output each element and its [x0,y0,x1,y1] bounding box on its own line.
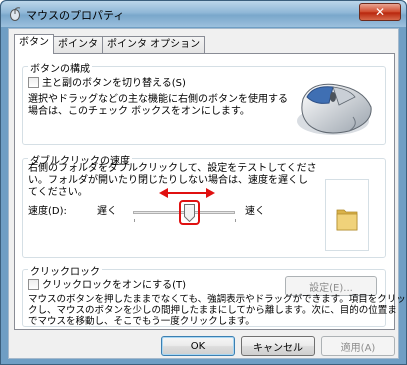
ok-button[interactable]: OK [161,336,235,356]
description-text: 場合は、このチェック ボックスをオンにします。 [28,106,250,117]
clicklock-settings-button[interactable]: 設定(E)... [285,276,377,296]
description-text: 右側のフォルダをダブルクリックして、設定をテストしてくださ [28,163,317,174]
checkbox-box[interactable] [28,279,39,290]
tab-panel-buttons: ボタンの構成 主と副のボタンを切り替える(S) 選択やドラッグなどの主な機能に右… [14,53,406,330]
switch-buttons-checkbox[interactable]: 主と副のボタンを切り替える(S) [28,77,186,90]
mouse-icon [10,7,21,21]
test-folder-area [325,179,369,251]
description-text: てください。 [28,187,88,198]
checkbox-box[interactable] [28,77,39,88]
slider-tick [134,219,135,222]
tab-pointers[interactable]: ポインタ [53,36,103,54]
group-title: ボタンの構成 [28,60,92,75]
tab-pointer-options[interactable]: ポインタ オプション [102,36,206,54]
dialog-client-area: ボタン ポインタ ポインタ オプション ボタンの構成 主と副のボタンを切り替える… [8,28,406,359]
mouse-properties-window: マウスのプロパティ ✕ ボタン ポインタ ポインタ オプション ボタンの構成 主… [0,0,407,365]
checkbox-label: 主と副のボタンを切り替える(S) [42,78,186,89]
checkbox-label: クリックロックをオンにする(T) [42,280,187,291]
double-click-speed-group: ダブルクリックの速度 右側のフォルダをダブルクリックして、設定をテストしてくださ… [22,152,386,258]
mouse-illustration [297,83,372,135]
tab-strip: ボタン ポインタ ポインタ オプション [14,34,206,54]
apply-button[interactable]: 適用(A) [321,336,395,356]
clicklock-checkbox[interactable]: クリックロックをオンにする(T) [28,279,186,292]
slider-tick [235,219,236,222]
group-title: クリックロック [28,263,102,278]
clicklock-group: クリックロック クリックロックをオンにする(T) 設定(E)... マウスのボタ… [22,263,406,327]
slow-label: 遅く [97,206,117,217]
double-arrow-icon [159,188,215,198]
description-text: 選択やドラッグなどの主な機能に右側のボタンを使用する [28,94,288,105]
speed-label: 速度(D): [28,206,67,217]
close-button[interactable]: ✕ [359,3,401,21]
description-text: でマウスを移動し、そこでもう一度クリックします。 [28,316,255,327]
window-title: マウスのプロパティ [26,9,125,22]
title-bar[interactable]: マウスのプロパティ ✕ [1,1,406,27]
fast-label: 速く [245,206,265,217]
description-text: い。フォルダが開いたり閉じたりしない場合は、速度を遅くし [28,175,308,186]
cancel-button[interactable]: キャンセル [241,336,315,356]
tab-buttons[interactable]: ボタン [14,34,54,54]
close-icon: ✕ [374,5,386,19]
button-configuration-group: ボタンの構成 主と副のボタンを切り替える(S) 選択やドラッグなどの主な機能に右… [22,60,386,145]
folder-icon[interactable] [335,206,359,232]
speed-slider-thumb[interactable] [183,204,195,222]
